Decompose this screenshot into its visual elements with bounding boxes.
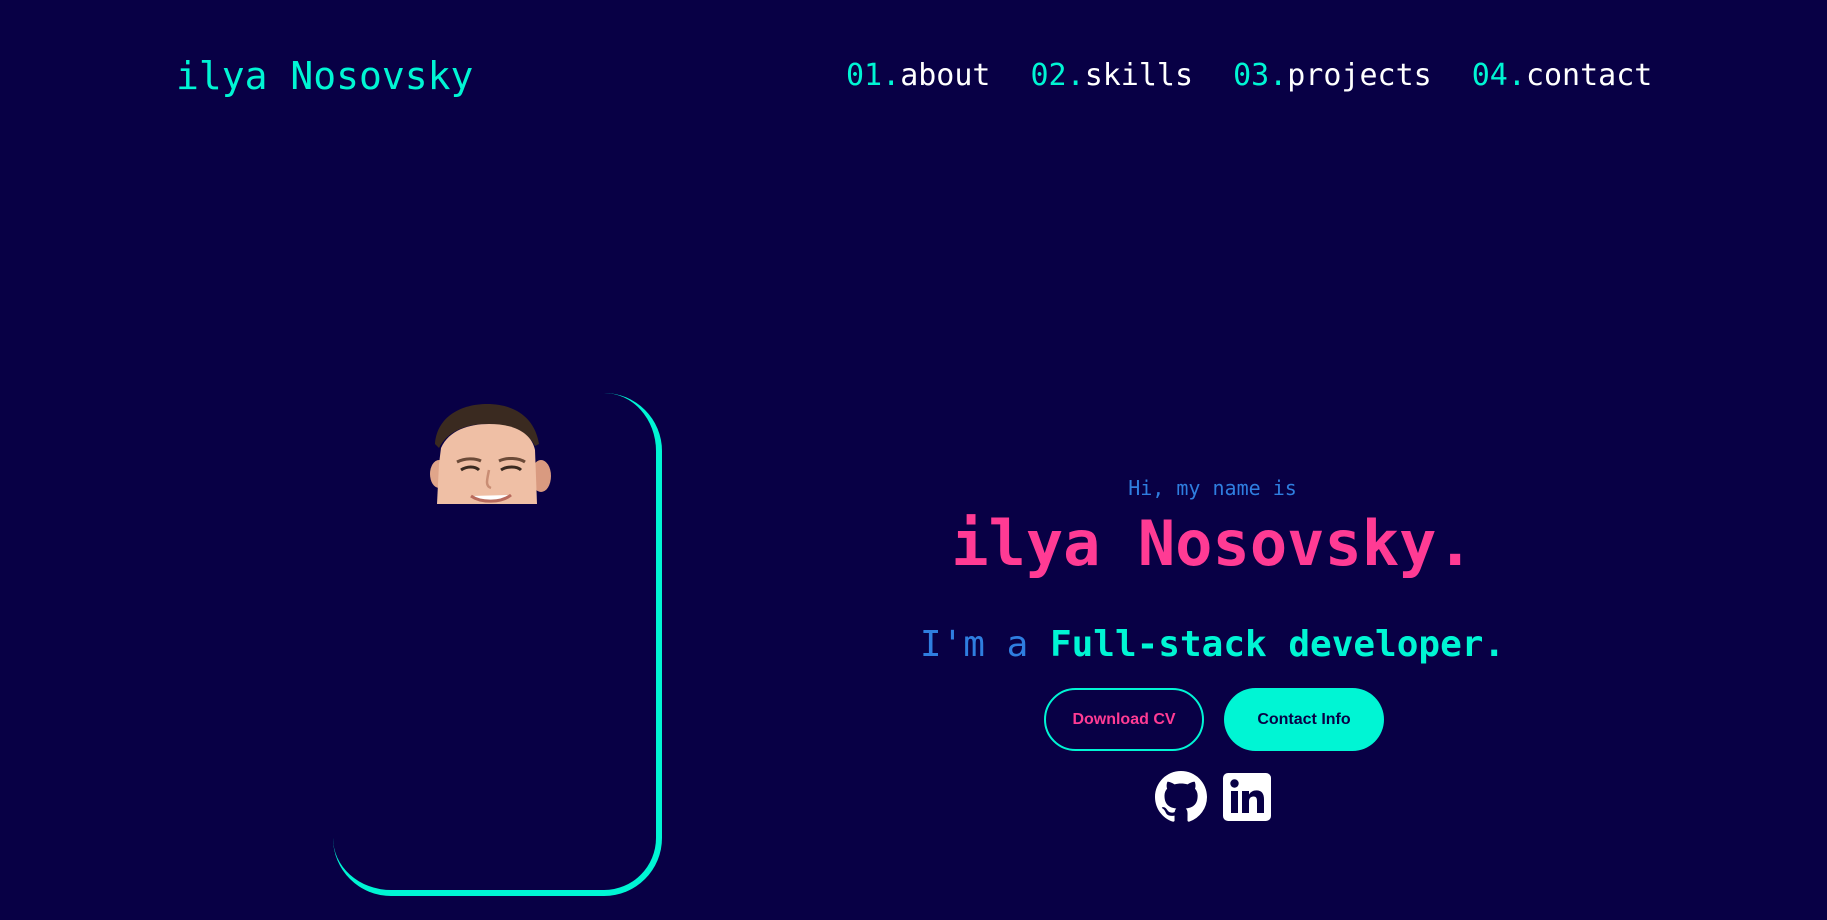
nav-item-label: contact <box>1525 58 1653 93</box>
nav-item-skills[interactable]: 02.skills <box>1031 56 1194 96</box>
nav-item-projects[interactable]: 03.projects <box>1233 56 1432 96</box>
site-logo[interactable]: ilya Nosovsky <box>176 50 473 102</box>
nav-item-number: 03. <box>1233 58 1288 93</box>
nav-item-number: 01. <box>846 58 901 93</box>
nav-item-number: 02. <box>1030 58 1085 93</box>
tagline-prefix: I'm a <box>919 624 1050 665</box>
download-cv-button[interactable]: Download CV <box>1044 688 1204 751</box>
nav-item-about[interactable]: 01.about <box>846 56 991 96</box>
greeting-text: Hi, my name is <box>1128 476 1297 500</box>
nav-item-number: 04. <box>1471 58 1526 93</box>
hero-name: ilya Nosovsky. <box>951 507 1474 580</box>
nav-item-label: skills <box>1084 58 1194 93</box>
profile-photo-image <box>430 404 551 504</box>
tagline: I'm a Full-stack developer. <box>880 622 1545 668</box>
contact-info-button[interactable]: Contact Info <box>1224 688 1384 751</box>
tagline-role: Full-stack developer. <box>1049 624 1506 665</box>
nav-item-contact[interactable]: 04.contact <box>1472 56 1653 96</box>
github-icon[interactable] <box>1155 771 1207 823</box>
linkedin-icon[interactable] <box>1223 773 1271 821</box>
profile-photo <box>427 404 552 504</box>
nav-item-label: about <box>900 58 991 93</box>
main-nav: 01.about 02.skills 03.projects 04.contac… <box>846 56 1652 96</box>
nav-item-label: projects <box>1287 58 1432 93</box>
